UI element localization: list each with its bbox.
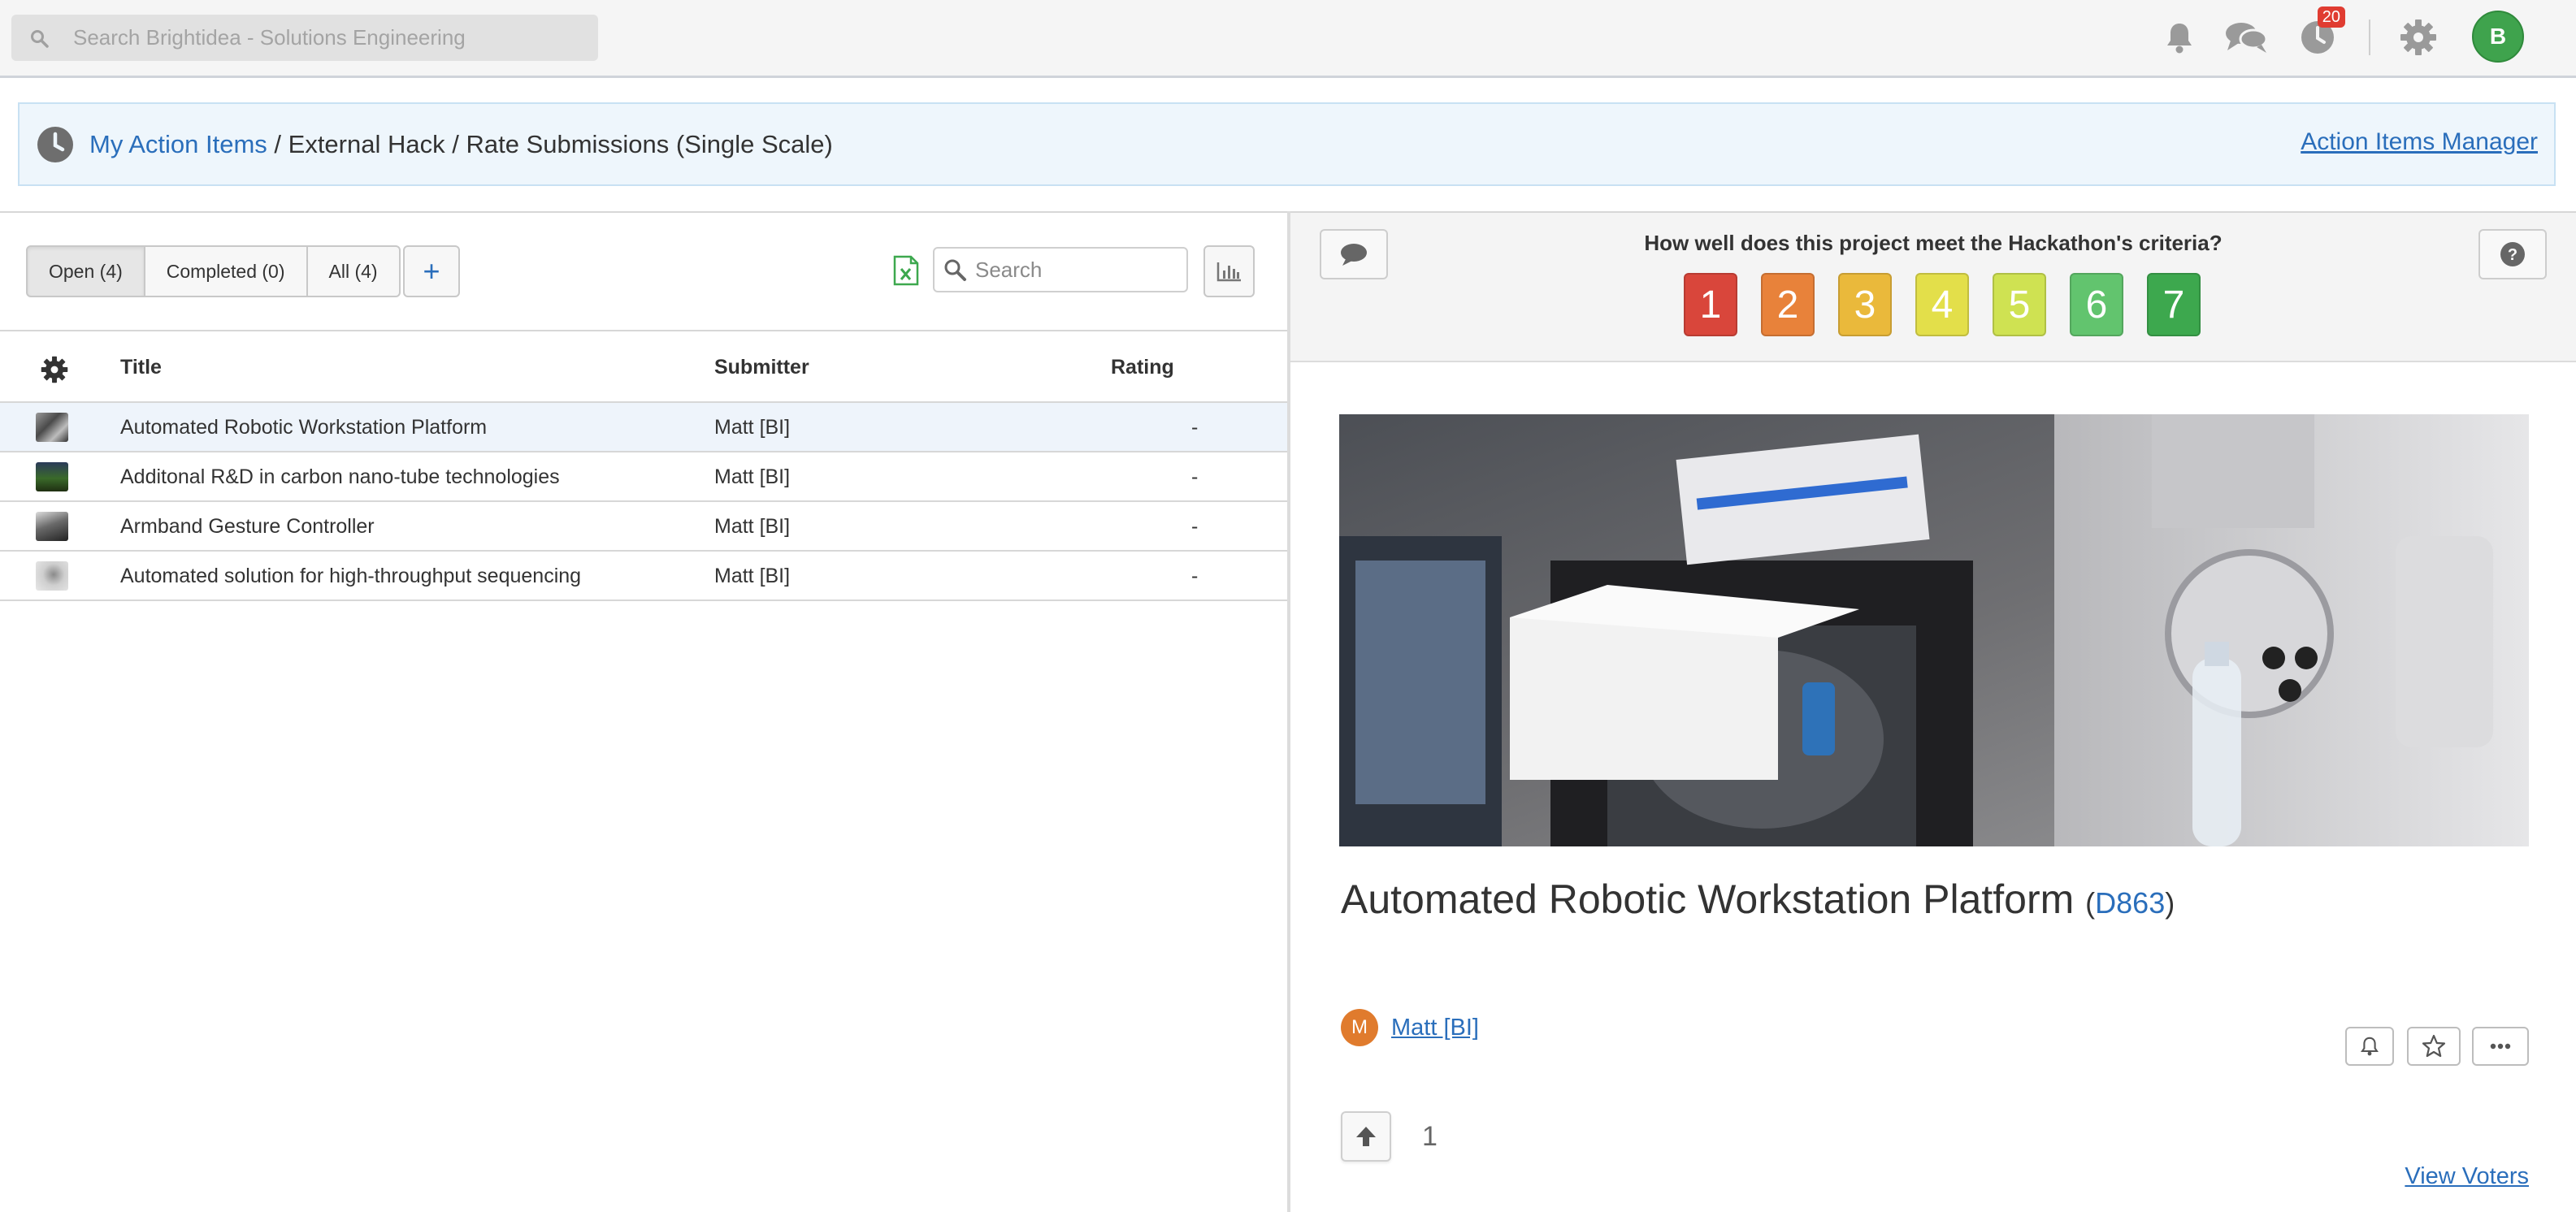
column-settings-icon[interactable] xyxy=(41,356,68,383)
rating-scale: 1 2 3 4 5 6 7 xyxy=(1684,273,2224,336)
star-icon xyxy=(2422,1034,2446,1058)
view-voters-link[interactable]: View Voters xyxy=(2405,1163,2529,1190)
submitter-link[interactable]: Matt [BI] xyxy=(1391,1015,1479,1041)
idea-title-line: Automated Robotic Workstation Platform (… xyxy=(1341,876,2175,923)
submission-thumbnail xyxy=(36,413,68,442)
bar-chart-icon xyxy=(1216,262,1241,282)
vote-up-button[interactable] xyxy=(1341,1111,1391,1162)
row-title: Automated Robotic Workstation Platform xyxy=(120,416,488,439)
tab-all[interactable]: All (4) xyxy=(306,245,401,297)
table-header: Title Submitter Rating xyxy=(0,330,1287,403)
row-submitter: Matt [BI] xyxy=(714,565,791,587)
table-row[interactable]: Additonal R&D in carbon nano-tube techno… xyxy=(0,452,1287,502)
idea-id-paren-open: ( xyxy=(2085,886,2096,920)
breadcrumb-program: External Hack xyxy=(288,129,445,158)
table-row[interactable]: Automated solution for high-throughput s… xyxy=(0,552,1287,601)
breadcrumb-separator: / xyxy=(267,129,288,158)
status-tabs: Open (4) Completed (0) All (4) xyxy=(26,245,401,297)
svg-text:?: ? xyxy=(2508,246,2517,264)
rating-panel: How well does this project meet the Hack… xyxy=(1290,213,2576,362)
lab-equipment-photo xyxy=(1339,414,2529,846)
breadcrumb-my-action-items[interactable]: My Action Items xyxy=(89,130,267,158)
column-header-rating[interactable]: Rating xyxy=(1111,356,1174,379)
breadcrumb-bar: My Action Items / External Hack / Rate S… xyxy=(18,102,2556,186)
column-header-submitter[interactable]: Submitter xyxy=(714,356,809,379)
rating-option-4[interactable]: 4 xyxy=(1915,273,1969,336)
row-title: Additonal R&D in carbon nano-tube techno… xyxy=(120,465,560,488)
user-avatar[interactable]: B xyxy=(2472,11,2524,63)
breadcrumb-step: Rate Submissions (Single Scale) xyxy=(466,129,833,158)
bell-icon xyxy=(2167,24,2192,54)
row-submitter: Matt [BI] xyxy=(714,465,791,488)
add-button[interactable]: + xyxy=(403,245,460,297)
report-button[interactable] xyxy=(1203,245,1255,297)
breadcrumb: My Action Items / External Hack / Rate S… xyxy=(89,130,833,159)
idea-id-link[interactable]: D863 xyxy=(2095,886,2165,920)
action-items-manager-link[interactable]: Action Items Manager xyxy=(2301,128,2538,156)
idea-id-paren-close: ) xyxy=(2165,886,2175,920)
arrow-up-icon xyxy=(1356,1127,1376,1146)
settings-button[interactable] xyxy=(2394,13,2443,62)
table-row[interactable]: Automated Robotic Workstation Platform M… xyxy=(0,403,1287,452)
rating-option-1[interactable]: 1 xyxy=(1684,273,1737,336)
global-search-placeholder: Search Brightidea - Solutions Engineerin… xyxy=(73,25,466,50)
submission-image xyxy=(1339,414,2529,846)
row-rating: - xyxy=(1191,416,1199,439)
idea-title: Automated Robotic Workstation Platform xyxy=(1341,877,2075,922)
rating-question: How well does this project meet the Hack… xyxy=(1644,231,2223,255)
chat-icon xyxy=(2226,23,2268,53)
global-search-input[interactable]: Search Brightidea - Solutions Engineerin… xyxy=(11,15,598,61)
submission-thumbnail xyxy=(36,462,68,491)
rating-option-6[interactable]: 6 xyxy=(2070,273,2123,336)
rating-option-3[interactable]: 3 xyxy=(1838,273,1892,336)
submission-thumbnail xyxy=(36,561,68,591)
submissions-table: Title Submitter Rating Automated Robotic… xyxy=(0,330,1287,601)
row-rating: - xyxy=(1191,515,1199,538)
row-submitter: Matt [BI] xyxy=(714,416,791,439)
tab-completed[interactable]: Completed (0) xyxy=(143,245,308,297)
row-title: Automated solution for high-throughput s… xyxy=(120,565,582,587)
search-icon xyxy=(31,29,49,48)
rating-option-7[interactable]: 7 xyxy=(2147,273,2201,336)
tab-open[interactable]: Open (4) xyxy=(26,245,145,297)
topbar-divider xyxy=(2369,19,2370,55)
table-row[interactable]: Armband Gesture Controller Matt [BI] - xyxy=(0,502,1287,552)
row-rating: - xyxy=(1191,465,1199,488)
gear-icon xyxy=(2400,19,2436,55)
list-search-input[interactable]: Search xyxy=(933,247,1188,292)
row-title: Armband Gesture Controller xyxy=(120,515,375,538)
bell-icon xyxy=(2361,1037,2379,1056)
rating-option-5[interactable]: 5 xyxy=(1993,273,2046,336)
rating-option-2[interactable]: 2 xyxy=(1761,273,1815,336)
list-search-placeholder: Search xyxy=(975,257,1043,282)
submission-thumbnail xyxy=(36,512,68,541)
more-options-button[interactable] xyxy=(2472,1027,2529,1066)
notifications-button[interactable] xyxy=(2155,13,2204,62)
favorite-button[interactable] xyxy=(2407,1027,2461,1066)
help-button[interactable]: ? xyxy=(2478,229,2547,279)
clock-icon xyxy=(37,126,73,162)
vote-count: 1 xyxy=(1422,1121,1438,1152)
top-bar: Search Brightidea - Solutions Engineerin… xyxy=(0,0,2576,78)
breadcrumb-separator: / xyxy=(445,129,466,158)
row-rating: - xyxy=(1191,565,1199,587)
messages-button[interactable] xyxy=(2222,13,2270,62)
subscribe-button[interactable] xyxy=(2345,1027,2394,1066)
search-icon xyxy=(944,259,966,281)
action-items-button[interactable]: 20 xyxy=(2293,6,2345,62)
ellipsis-icon xyxy=(2490,1043,2511,1050)
action-items-badge: 20 xyxy=(2317,6,2345,28)
help-icon: ? xyxy=(2500,242,2525,266)
submitter-avatar[interactable]: M xyxy=(1341,1009,1378,1046)
column-header-title[interactable]: Title xyxy=(120,356,162,379)
excel-export-icon[interactable] xyxy=(892,255,920,286)
row-submitter: Matt [BI] xyxy=(714,515,791,538)
